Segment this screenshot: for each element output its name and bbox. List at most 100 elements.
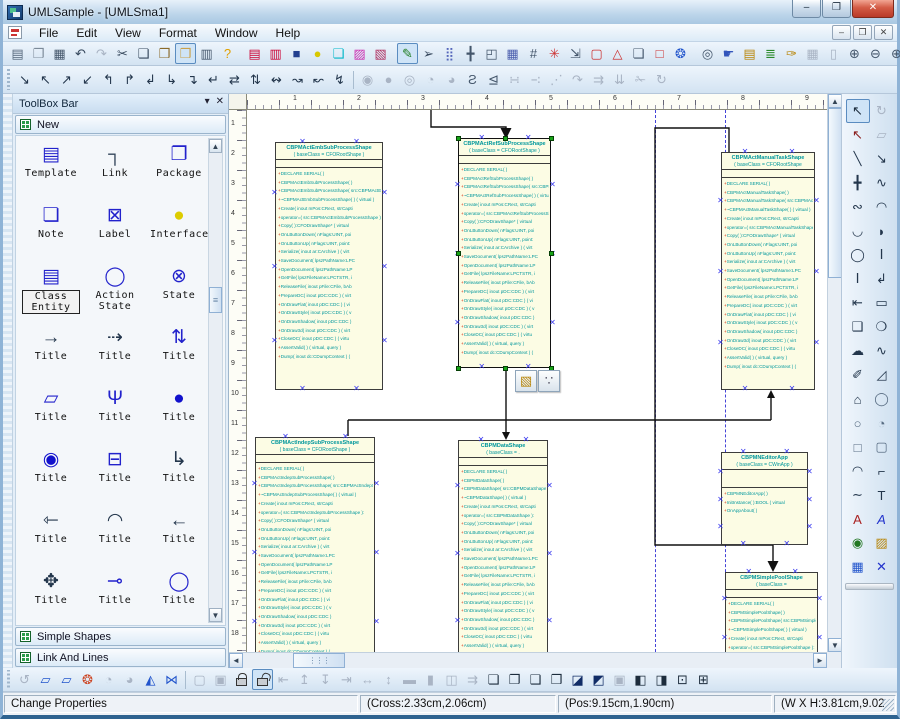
polygon-open-tool-button[interactable]: ◿ <box>870 363 894 387</box>
zoom-in-button[interactable]: ⊕ <box>844 43 865 64</box>
layout-options-button[interactable]: ∵ <box>538 370 560 392</box>
ellipse-tool-button[interactable]: ◯ <box>846 243 870 267</box>
connector-corner-right-button[interactable]: ↱ <box>119 68 140 91</box>
curve-point-tool-button[interactable]: ⌐ <box>870 459 894 483</box>
mdi-restore-button[interactable]: ❐ <box>853 25 872 40</box>
equal-spacing-button[interactable]: ⇉ <box>462 669 483 690</box>
toolbox-item-package[interactable]: ❐Package <box>150 142 208 179</box>
connector-wave-back-button[interactable]: ↜ <box>308 68 329 91</box>
canvas-horizontal-scrollbar[interactable]: ◄ ► <box>229 652 827 668</box>
toolbox-item-self-loop[interactable]: ◠Title <box>86 508 144 545</box>
page-cyan-button[interactable]: ❏ <box>328 43 349 64</box>
paste-button[interactable]: ❒ <box>154 43 175 64</box>
toolbox-item-signal-shape[interactable]: ⇅Title <box>150 325 208 362</box>
measure-tool-button[interactable]: ⇤ <box>846 291 870 315</box>
table-tool-button[interactable]: ▦ <box>846 555 870 579</box>
toolbox-item-open-arrow[interactable]: ⇽Title <box>22 508 80 545</box>
align-bottom-button[interactable]: ↧ <box>315 669 336 690</box>
connector-line-button[interactable]: ↘ <box>14 68 35 91</box>
connector-double-v-button[interactable]: ⇅ <box>245 68 266 91</box>
marquee-red-button[interactable]: ▢ <box>586 43 607 64</box>
region-select-button[interactable]: ▱ <box>870 123 894 147</box>
canvas-vertical-scrollbar[interactable]: ▲ ▼ <box>827 94 841 652</box>
print-button[interactable]: ▥ <box>196 43 217 64</box>
menu-format[interactable]: Format <box>150 25 206 41</box>
shape-intersect-button[interactable]: ◔ <box>420 68 441 91</box>
hyperlink-tool-button[interactable]: ◉ <box>846 531 870 555</box>
mdi-close-button[interactable]: ✕ <box>874 25 893 40</box>
reverse-polyline-button[interactable]: ⊴ <box>483 68 504 91</box>
scribble-tool-button[interactable]: ∿ <box>870 339 894 363</box>
square-shape-tool-button[interactable]: □ <box>846 435 870 459</box>
snap-red-button[interactable]: ✳ <box>544 43 565 64</box>
toolbar-gripper[interactable] <box>845 583 894 590</box>
frame-red-button[interactable]: □ <box>649 43 670 64</box>
cut-button[interactable]: ✂ <box>112 43 133 64</box>
uml-class-data-shape[interactable]: CBPMDataShape( baseClass = .+DECLARE SER… <box>458 440 548 652</box>
font-format-tool-button[interactable]: A <box>846 507 870 531</box>
same-width-button[interactable]: ▬ <box>399 669 420 690</box>
list-red-blue-button[interactable]: ▥ <box>265 43 286 64</box>
toolbox-item-actor[interactable]: ΨTitle <box>86 386 144 423</box>
toolbox-item-line-circle[interactable]: ⊸Title <box>86 569 144 606</box>
reverse-curve-button[interactable]: Ƨ <box>462 68 483 91</box>
trim-button[interactable]: ✁ <box>630 68 651 91</box>
scroll-down-icon[interactable]: ▼ <box>828 638 842 652</box>
shape-combine-button[interactable]: ● <box>378 68 399 91</box>
callout-rect-tool-button[interactable]: ❑ <box>846 315 870 339</box>
join-curve-button[interactable]: ↷ <box>567 68 588 91</box>
connector-return-button[interactable]: ↵ <box>203 68 224 91</box>
group-shapes-button[interactable]: ▣ <box>609 669 630 690</box>
scroll-up-icon[interactable]: ▲ <box>828 94 842 108</box>
selection-handle[interactable] <box>456 366 461 371</box>
angle-rotate-button[interactable]: ❂ <box>77 669 98 690</box>
selection-handle[interactable] <box>456 136 461 141</box>
scroll-thumb[interactable] <box>209 287 222 313</box>
selection-handle[interactable] <box>503 136 508 141</box>
toolbox-close-icon[interactable]: ✕ <box>216 96 224 107</box>
delete-node-button[interactable]: ∹ <box>525 68 546 91</box>
send-to-back-button[interactable]: ❐ <box>504 669 525 690</box>
combine-button[interactable]: ▦ <box>802 43 823 64</box>
image-pink-button[interactable]: ▨ <box>349 43 370 64</box>
uml-class-simple-pool[interactable]: CBPMSimplePoolShape( baseClass = +DECLAR… <box>725 572 818 652</box>
zoom-custom-button[interactable]: ⊕ <box>886 43 900 64</box>
minimize-button[interactable]: – <box>792 0 821 18</box>
uml-class-editor-app[interactable]: CBPMNEditorApp( baseClass = CWinApp )+CB… <box>721 452 808 545</box>
text-tool-button[interactable]: T <box>870 483 894 507</box>
triangle-red-button[interactable]: △ <box>607 43 628 64</box>
copy-button[interactable]: ❏ <box>133 43 154 64</box>
toolbox-section-simple-shapes[interactable]: Simple Shapes <box>15 627 226 646</box>
toolbox-item-class-entity[interactable]: ▤Class Entity <box>22 264 80 314</box>
selection-handle[interactable] <box>549 251 554 256</box>
arc-node-tool-button[interactable]: ◠ <box>870 195 894 219</box>
reselect-frame-button[interactable]: ▢ <box>189 669 210 690</box>
toolbox-item-left-arrow[interactable]: ←Title <box>150 508 208 545</box>
undo-button[interactable]: ↶ <box>70 43 91 64</box>
rotate-free-button[interactable]: ↺ <box>14 669 35 690</box>
lasso-select-button[interactable]: ⇲ <box>565 43 586 64</box>
line-tool-button[interactable]: ╲ <box>846 147 870 171</box>
nudge-left-button[interactable]: ◧ <box>630 669 651 690</box>
diagram-canvas[interactable]: CBPMActEmbSubProcessShape( baseClass = C… <box>247 110 827 652</box>
delete-tool-button[interactable]: ✕ <box>870 555 894 579</box>
uml-class-ref-sub-process[interactable]: CBPMActRefSubProcessShape( baseClass = C… <box>458 138 551 368</box>
cross-tool-button[interactable]: ╋ <box>846 171 870 195</box>
selection-handle[interactable] <box>503 366 508 371</box>
pie-shape-tool-button[interactable]: ◔ <box>870 411 894 435</box>
toolbox-item-state[interactable]: ⊗State <box>150 264 208 301</box>
scroll-right-icon[interactable]: ► <box>813 653 827 668</box>
properties-button[interactable]: ▤ <box>739 43 760 64</box>
front-of-shape-button[interactable]: ◪ <box>567 669 588 690</box>
behind-shape-button[interactable]: ◩ <box>588 669 609 690</box>
style-picker-button[interactable]: ▧ <box>515 370 537 392</box>
connector-bend-button[interactable]: ↴ <box>182 68 203 91</box>
save-button[interactable]: ▦ <box>49 43 70 64</box>
toolbox-item-template[interactable]: ▤Template <box>22 142 80 179</box>
oval-yellow-button[interactable]: ● <box>307 43 328 64</box>
menu-view[interactable]: View <box>106 25 150 41</box>
unlock-button[interactable] <box>252 669 273 690</box>
center-vertical-button[interactable]: ↕ <box>378 669 399 690</box>
layers-button[interactable]: ≣ <box>760 43 781 64</box>
toolbox-item-action-state[interactable]: ◯Action State <box>86 264 144 312</box>
